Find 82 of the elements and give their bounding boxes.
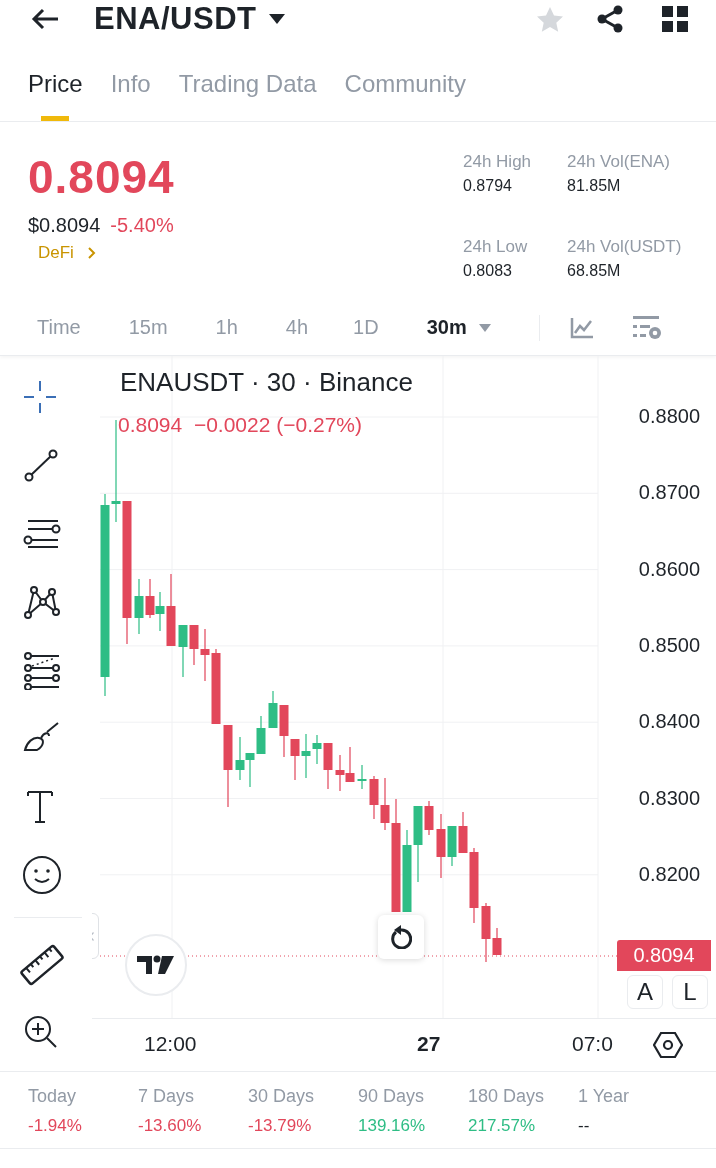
price-axis-label: 0.8400	[638, 710, 700, 734]
caret-icon	[478, 323, 491, 332]
pattern-icon[interactable]	[23, 584, 61, 622]
period-change: -13.60%	[138, 1115, 203, 1137]
tab[interactable]: Trading Data	[178, 70, 317, 122]
pair-title[interactable]: ENA/USDT	[94, 1, 257, 37]
period-label: 7 Days	[138, 1085, 196, 1108]
period-change: --	[578, 1115, 591, 1137]
candle	[357, 765, 367, 789]
period-label: 30 Days	[248, 1085, 316, 1108]
indicator-icon[interactable]	[569, 316, 594, 339]
fib-levels-icon[interactable]	[23, 652, 61, 690]
period-change: -13.79%	[248, 1115, 313, 1137]
candle	[245, 753, 255, 787]
candle	[335, 755, 345, 791]
stat-label: 24h Vol(ENA)	[567, 151, 671, 173]
interval-tab[interactable]: Time	[37, 316, 81, 339]
stat-label: 24h Low	[463, 236, 529, 258]
candle	[189, 625, 199, 665]
candle	[134, 579, 144, 634]
candle	[145, 579, 155, 618]
stat-value: 68.85M	[567, 261, 622, 281]
logo-icon	[137, 955, 175, 975]
scale-button[interactable]: A	[627, 975, 663, 1009]
last-price: 0.8094	[28, 150, 176, 204]
candle	[369, 776, 379, 819]
tab[interactable]: Info	[110, 70, 151, 122]
candle	[268, 691, 278, 728]
reset-icon	[390, 925, 412, 949]
candle	[279, 705, 289, 757]
candle	[256, 716, 266, 754]
chevron-right-icon[interactable]	[87, 247, 96, 259]
usd-price: $0.8094	[28, 214, 101, 237]
stat-label: 24h High	[463, 151, 533, 173]
interval-tab[interactable]: 1h	[215, 316, 238, 339]
period-change: 139.16%	[358, 1115, 427, 1137]
ohlc-readout: 0.8094 −0.0022 (−0.27%)	[118, 413, 363, 437]
tab[interactable]: Community	[344, 70, 466, 122]
interval-tab[interactable]: 4h	[285, 316, 309, 339]
chart-title: ENAUSDT · 30 · Binance	[120, 367, 413, 398]
price-axis-label: 0.8300	[638, 786, 700, 810]
interval-tab[interactable]: 15m	[128, 316, 168, 339]
chart-settings-icon[interactable]	[631, 314, 662, 341]
time-axis-label: 27	[417, 1032, 441, 1057]
stat-value: 0.8794	[463, 176, 513, 196]
reset-button[interactable]	[378, 915, 424, 959]
period-label: 180 Days	[468, 1085, 546, 1108]
last-price-tag: 0.8094	[617, 940, 711, 971]
emoji-icon[interactable]	[23, 856, 61, 894]
price-change: -5.40%	[110, 214, 174, 237]
scale-button[interactable]: L	[672, 975, 708, 1009]
period-change: 217.57%	[468, 1115, 537, 1137]
time-axis-label: 07:0	[572, 1032, 613, 1057]
period-label: 90 Days	[358, 1085, 426, 1108]
candle	[235, 737, 245, 780]
time-axis-label: 12:00	[144, 1032, 197, 1057]
stat-label: 24h Vol(USDT)	[567, 236, 683, 258]
candle	[178, 625, 188, 677]
caret-icon[interactable]	[268, 13, 287, 25]
ruler-icon[interactable]	[19, 942, 65, 988]
settings-icon[interactable]	[653, 1031, 683, 1060]
stat-value: 0.8083	[463, 261, 513, 281]
period-label: Today	[28, 1085, 78, 1108]
price-axis-label: 0.8700	[638, 481, 700, 505]
candle	[290, 739, 300, 780]
tab[interactable]: Price	[28, 70, 83, 122]
back-icon[interactable]	[30, 7, 60, 31]
category-link[interactable]: DeFi	[38, 243, 74, 263]
price-axis-label: 0.8800	[638, 405, 700, 428]
price-axis-label: 0.8200	[638, 862, 700, 886]
interval-tab[interactable]: 1D	[353, 316, 379, 339]
grid-icon[interactable]	[662, 6, 688, 32]
share-icon[interactable]	[596, 5, 624, 33]
star-icon[interactable]	[536, 5, 564, 33]
interval-tab[interactable]: 30m	[426, 316, 491, 339]
tab-indicator	[41, 116, 70, 121]
price-axis-label: 0.8500	[638, 633, 700, 657]
candle	[345, 747, 355, 782]
period-label: 1 Year	[578, 1085, 631, 1108]
period-change: -1.94%	[28, 1115, 83, 1137]
price-axis-label: 0.8600	[638, 557, 700, 581]
stat-value: 81.85M	[567, 176, 622, 196]
